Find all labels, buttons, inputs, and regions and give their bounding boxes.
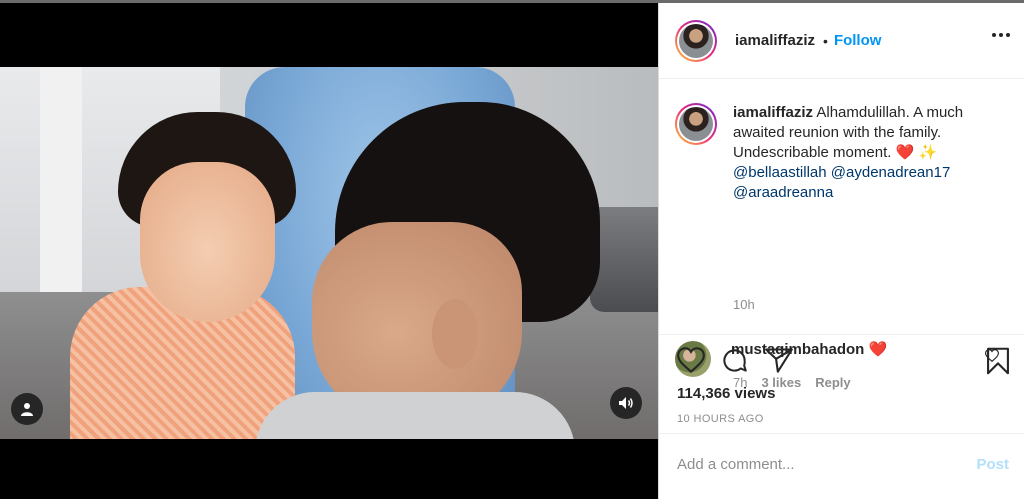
caption-timestamp[interactable]: 10h xyxy=(733,297,755,312)
video-toy-car xyxy=(590,207,658,312)
caption-username[interactable]: iamaliffaziz xyxy=(733,104,813,121)
view-count[interactable]: 114,366 views xyxy=(677,385,775,402)
post-actions: 114,366 views 10 HOURS AGO xyxy=(659,334,1024,432)
post-side-panel: iamaliffaziz • Follow iamaliffaziz Alham… xyxy=(658,3,1024,499)
post-timestamp[interactable]: 10 HOURS AGO xyxy=(677,413,764,425)
mention-link[interactable]: @aydenadrean17 xyxy=(831,164,951,181)
comment-icon xyxy=(723,349,747,372)
sound-toggle-button[interactable] xyxy=(610,387,642,419)
post-header: iamaliffaziz • Follow xyxy=(659,3,1024,79)
author-username[interactable]: iamaliffaziz xyxy=(735,32,815,49)
caption-text: iamaliffaziz Alhamdulillah. A much await… xyxy=(733,103,998,203)
more-options-icon[interactable] xyxy=(992,33,1010,37)
caption: iamaliffaziz Alhamdulillah. A much await… xyxy=(675,103,998,203)
comment-button[interactable] xyxy=(721,347,748,379)
video-player[interactable] xyxy=(0,3,658,499)
add-comment-bar: Post xyxy=(659,433,1024,499)
heart-emoji: ❤️ xyxy=(895,144,915,161)
save-button[interactable] xyxy=(986,347,1010,380)
like-button[interactable] xyxy=(677,347,705,378)
author-avatar-image xyxy=(679,23,713,58)
speaker-icon xyxy=(619,397,633,409)
video-frame[interactable] xyxy=(0,67,658,439)
paper-plane-icon xyxy=(765,348,793,373)
video-man-shirt xyxy=(255,392,575,439)
author-avatar[interactable] xyxy=(675,19,717,62)
share-button[interactable] xyxy=(765,347,793,378)
caption-avatar-image xyxy=(679,107,713,141)
bookmark-icon xyxy=(987,347,1009,375)
comments-section: iamaliffaziz Alhamdulillah. A much await… xyxy=(659,79,1024,390)
video-background-pillar xyxy=(40,67,82,297)
mention-link[interactable]: @bellaastillah xyxy=(733,164,827,181)
post-comment-button[interactable]: Post xyxy=(976,456,1009,473)
mention-link[interactable]: @araadreanna xyxy=(733,184,833,201)
user-icon xyxy=(21,403,33,416)
add-comment-input[interactable] xyxy=(677,456,957,473)
follow-button[interactable]: Follow xyxy=(834,32,882,49)
caption-avatar[interactable] xyxy=(675,103,717,145)
tagged-users-button[interactable] xyxy=(11,393,43,425)
separator-dot: • xyxy=(823,32,828,49)
video-child-face xyxy=(140,162,275,322)
sparkle-emoji: ✨ xyxy=(918,144,938,161)
video-man-ear xyxy=(432,299,478,369)
heart-icon xyxy=(677,347,705,374)
